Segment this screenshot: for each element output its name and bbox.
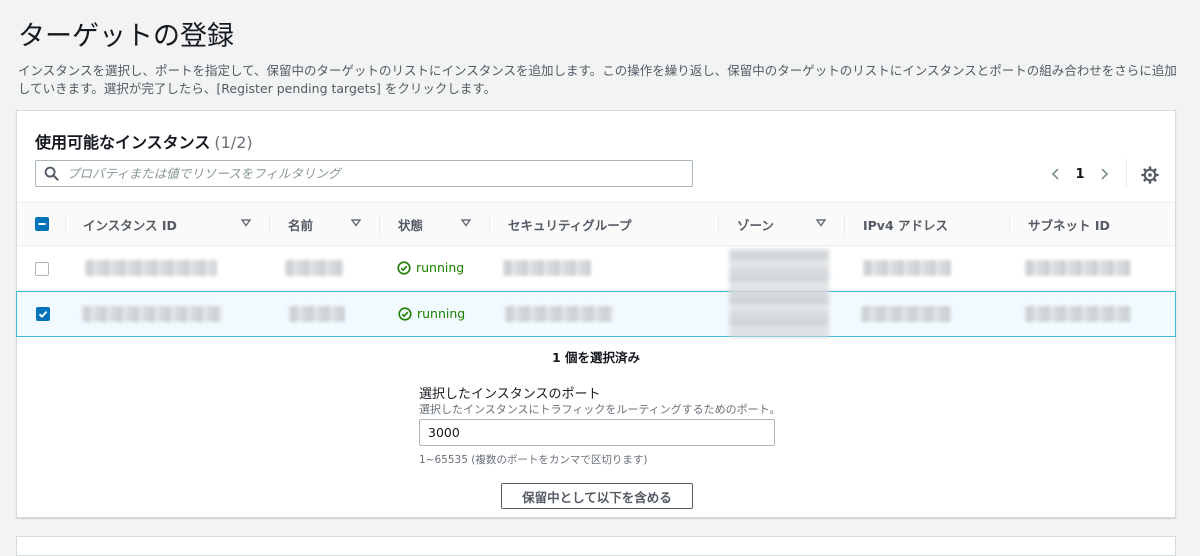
column-header-security-group[interactable]: セキュリティグループ bbox=[508, 203, 718, 245]
redacted-security-group bbox=[505, 306, 613, 322]
filter-search-box[interactable] bbox=[35, 160, 693, 187]
status-text: running bbox=[417, 306, 466, 321]
caret-down-icon bbox=[461, 219, 471, 227]
redacted-subnet-id bbox=[1025, 260, 1131, 276]
column-label: 名前 bbox=[288, 217, 314, 233]
search-icon bbox=[44, 166, 59, 181]
port-description: 選択したインスタンスにトラフィックをルーティングするためのポート。 bbox=[419, 403, 781, 416]
panel-title: 使用可能なインスタンス (1/2) bbox=[35, 129, 253, 153]
column-label: ゾーン bbox=[737, 217, 774, 233]
select-all-checkbox[interactable] bbox=[35, 217, 49, 231]
table-header: インスタンス ID 名前 状態 セキュリティグループ ゾーン IPv4 アドレス bbox=[17, 202, 1175, 246]
column-label: セキュリティグループ bbox=[508, 217, 632, 233]
redacted-ipv4 bbox=[863, 260, 951, 276]
selected-count: 1 個を選択済み bbox=[551, 350, 641, 365]
table-row-selected[interactable]: running bbox=[16, 291, 1176, 337]
check-circle-icon bbox=[398, 306, 412, 321]
table-row[interactable]: running bbox=[17, 246, 1175, 291]
pagination: 1 bbox=[1045, 163, 1115, 185]
caret-down-icon bbox=[241, 219, 251, 227]
filter-search-input[interactable] bbox=[65, 160, 692, 187]
port-input[interactable] bbox=[419, 419, 775, 446]
checkmark-icon bbox=[38, 310, 48, 318]
chevron-right-icon bbox=[1101, 168, 1109, 180]
page-title: ターゲットの登録 bbox=[18, 21, 234, 52]
column-label: サブネット ID bbox=[1028, 217, 1110, 233]
caret-down-icon bbox=[351, 219, 361, 227]
column-header-instance-id[interactable]: インスタンス ID bbox=[83, 203, 269, 245]
redacted-instance-id bbox=[82, 306, 222, 322]
panel-title-text: 使用可能なインスタンス bbox=[35, 133, 211, 152]
status-text: running bbox=[416, 260, 465, 275]
caret-down-icon bbox=[816, 219, 826, 227]
redacted-name bbox=[289, 306, 345, 322]
column-header-ipv4[interactable]: IPv4 アドレス bbox=[863, 203, 1009, 245]
redacted-instance-id bbox=[85, 260, 217, 276]
available-instances-panel: 使用可能なインスタンス(1/2) 1 bbox=[16, 110, 1176, 518]
redacted-security-group bbox=[503, 260, 591, 276]
column-header-state[interactable]: 状態 bbox=[398, 203, 489, 245]
prev-page-button[interactable] bbox=[1045, 163, 1067, 185]
check-circle-icon bbox=[397, 260, 411, 275]
pager-divider bbox=[1126, 159, 1127, 187]
panel-title-count: (1/2) bbox=[214, 133, 253, 152]
column-label: 状態 bbox=[398, 217, 424, 233]
column-divider bbox=[1009, 215, 1010, 235]
gear-icon bbox=[1141, 166, 1159, 184]
column-header-zone[interactable]: ゾーン bbox=[737, 203, 844, 245]
column-divider bbox=[269, 215, 270, 235]
redacted-name bbox=[285, 260, 343, 276]
column-header-subnet-id[interactable]: サブネット ID bbox=[1028, 203, 1168, 245]
column-label: IPv4 アドレス bbox=[863, 217, 949, 233]
instance-status: running bbox=[397, 260, 464, 275]
row-checkbox[interactable] bbox=[35, 262, 49, 276]
column-label: インスタンス ID bbox=[83, 217, 177, 233]
page-number[interactable]: 1 bbox=[1067, 167, 1093, 182]
redacted-ipv4 bbox=[861, 306, 951, 322]
next-page-button[interactable] bbox=[1093, 163, 1115, 185]
settings-button[interactable] bbox=[1139, 164, 1161, 186]
indeterminate-icon bbox=[38, 223, 46, 225]
column-divider bbox=[379, 215, 380, 235]
column-divider bbox=[718, 215, 719, 235]
pending-targets-panel bbox=[16, 536, 1176, 556]
page-description: インスタンスを選択し、ポートを指定して、保留中のターゲットのリストにインスタンス… bbox=[18, 63, 1177, 96]
include-as-pending-button[interactable]: 保留中として以下を含める bbox=[501, 483, 693, 509]
port-hint: 1~65535 (複数のポートをカンマで区切ります) bbox=[419, 454, 648, 466]
redacted-subnet-id bbox=[1025, 306, 1131, 322]
column-divider bbox=[489, 215, 490, 235]
port-label: 選択したインスタンスのポート bbox=[419, 387, 601, 402]
column-divider bbox=[844, 215, 845, 235]
column-divider bbox=[65, 215, 66, 235]
chevron-left-icon bbox=[1051, 168, 1059, 180]
instance-status: running bbox=[398, 306, 465, 321]
redacted-zone bbox=[729, 249, 829, 337]
column-header-name[interactable]: 名前 bbox=[288, 203, 379, 245]
row-checkbox[interactable] bbox=[36, 307, 50, 321]
